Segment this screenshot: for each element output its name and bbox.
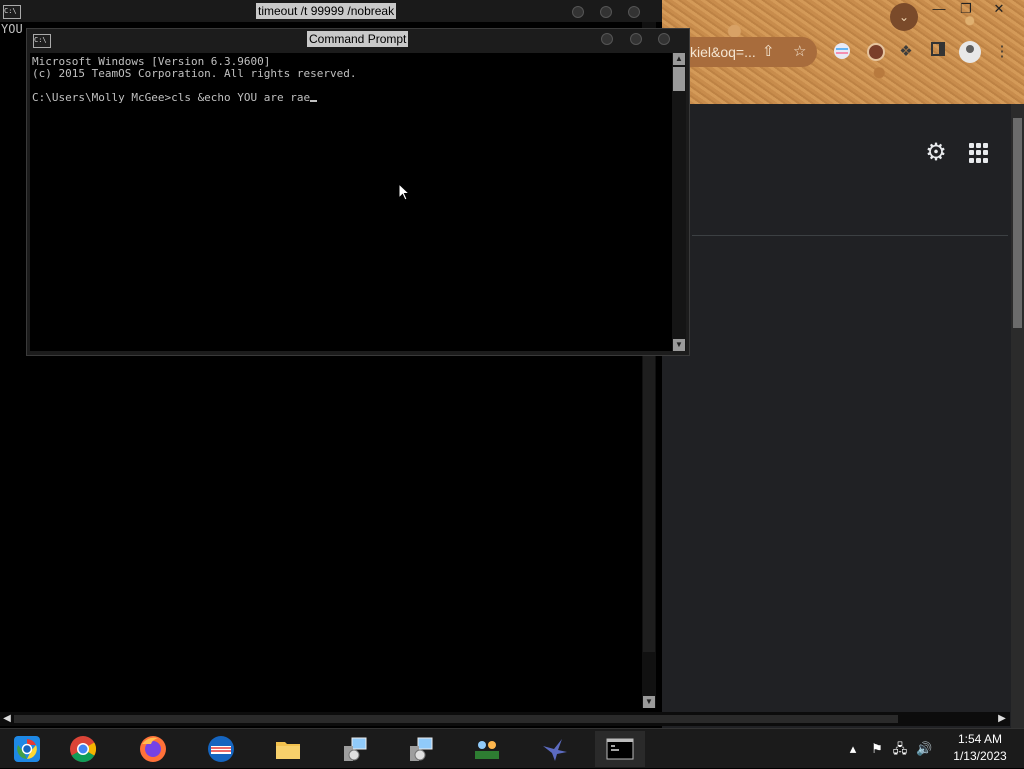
profile-avatar[interactable] xyxy=(867,43,885,61)
taskbar-network-setup-1[interactable] xyxy=(330,731,380,767)
command-prompt-title: Command Prompt xyxy=(307,31,409,47)
console-icon: C:\ xyxy=(33,34,51,48)
chrome-legacy-icon xyxy=(14,736,40,762)
command-prompt-window: C:\ Command Prompt Microsoft Windows [Ve… xyxy=(26,28,690,356)
taskbar: ▴ ⚑ 🖧 🔊 1:54 AM 1/13/2023 xyxy=(0,728,1024,768)
share-icon[interactable]: ⇧ xyxy=(762,37,775,67)
scroll-down-arrow-icon[interactable]: ▼ xyxy=(673,339,685,351)
taskbar-bird-app[interactable] xyxy=(530,731,580,767)
command-prompt-icon xyxy=(606,738,634,760)
address-text: kiel&oq=... xyxy=(690,44,756,60)
taskbar-file-explorer[interactable] xyxy=(263,731,313,767)
chrome-icon xyxy=(70,736,97,763)
scroll-left-arrow-icon[interactable]: ◀ xyxy=(1,713,13,725)
console-line: (c) 2015 TeamOS Corporation. All rights … xyxy=(32,67,357,80)
clock-time: 1:54 AM xyxy=(957,732,1003,746)
users-icon xyxy=(475,741,499,759)
taskbar-network-users[interactable] xyxy=(462,731,512,767)
network-icon[interactable]: 🖧 xyxy=(892,741,908,757)
horizontal-scrollbar[interactable]: ◀ ▶ xyxy=(0,712,1010,726)
tab-search-icon[interactable] xyxy=(832,42,852,62)
sidebar-icon[interactable] xyxy=(928,42,948,62)
chrome-scrollbar[interactable] xyxy=(1011,104,1024,728)
minimize-button[interactable] xyxy=(601,33,613,45)
volume-icon[interactable]: 🔊 xyxy=(916,741,932,757)
extension-icon[interactable]: ❖ xyxy=(896,42,916,62)
bird-icon xyxy=(543,739,567,761)
outlook-icon xyxy=(208,736,234,762)
taskbar-outlook[interactable] xyxy=(196,731,246,767)
scroll-thumb[interactable] xyxy=(673,67,685,91)
taskbar-chrome-legacy[interactable] xyxy=(2,731,52,767)
firefox-icon xyxy=(140,736,166,762)
network-setup-icon xyxy=(344,737,367,761)
close-button[interactable] xyxy=(628,6,640,18)
minimize-button[interactable]: — xyxy=(924,0,954,18)
command-prompt-scrollbar[interactable]: ▲ ▼ xyxy=(672,53,686,351)
apps-grid-icon[interactable] xyxy=(969,143,989,163)
chrome-window: ⌄ — ❐ ✕ kiel&oq=... ⇧ ☆ ❖ ⋮ ⚙ xyxy=(662,0,1024,728)
close-button[interactable]: ✕ xyxy=(984,0,1014,18)
scroll-up-arrow-icon[interactable]: ▲ xyxy=(673,53,685,65)
console-icon: C:\ xyxy=(3,5,21,19)
background-console-titlebar[interactable]: C:\ timeout /t 99999 /nobreak xyxy=(0,0,662,22)
network-setup-icon xyxy=(410,737,433,761)
mouse-pointer-icon xyxy=(398,183,410,201)
chevron-down-icon[interactable]: ⌄ xyxy=(890,3,918,31)
maximize-button[interactable] xyxy=(600,6,612,18)
taskbar-command-prompt[interactable] xyxy=(595,731,645,767)
taskbar-firefox[interactable] xyxy=(128,731,178,767)
scroll-down-arrow-icon[interactable]: ▼ xyxy=(643,696,655,708)
clock-date: 1/13/2023 xyxy=(953,749,1007,763)
folder-icon xyxy=(276,742,300,759)
taskbar-network-setup-2[interactable] xyxy=(396,731,446,767)
background-console-output: YOU xyxy=(1,22,23,36)
console-text-area[interactable]: Microsoft Windows [Version 6.3.9600] (c)… xyxy=(30,53,672,351)
taskbar-google-chrome[interactable] xyxy=(58,731,108,767)
background-console-title: timeout /t 99999 /nobreak xyxy=(256,3,397,19)
show-hidden-icons-icon[interactable]: ▴ xyxy=(845,741,861,757)
settings-icon[interactable]: ⚙ xyxy=(922,139,950,167)
flag-icon[interactable]: ⚑ xyxy=(869,741,885,757)
scroll-right-arrow-icon[interactable]: ▶ xyxy=(996,713,1008,725)
divider xyxy=(692,235,1008,236)
maximize-button[interactable]: ❐ xyxy=(951,0,981,18)
text-cursor xyxy=(310,100,318,102)
console-output: Microsoft Windows [Version 6.3.9600] (c)… xyxy=(32,56,357,104)
star-icon[interactable]: ☆ xyxy=(793,37,806,67)
account-icon[interactable] xyxy=(959,41,981,63)
kebab-menu-icon[interactable]: ⋮ xyxy=(992,42,1012,62)
console-prompt-line: C:\Users\Molly McGee>cls &echo YOU are r… xyxy=(32,91,311,104)
close-button[interactable] xyxy=(658,33,670,45)
minimize-button[interactable] xyxy=(572,6,584,18)
clock[interactable]: 1:54 AM 1/13/2023 xyxy=(945,731,1015,765)
chrome-header: ⌄ — ❐ ✕ kiel&oq=... ⇧ ☆ ❖ ⋮ xyxy=(662,0,1024,104)
maximize-button[interactable] xyxy=(630,33,642,45)
